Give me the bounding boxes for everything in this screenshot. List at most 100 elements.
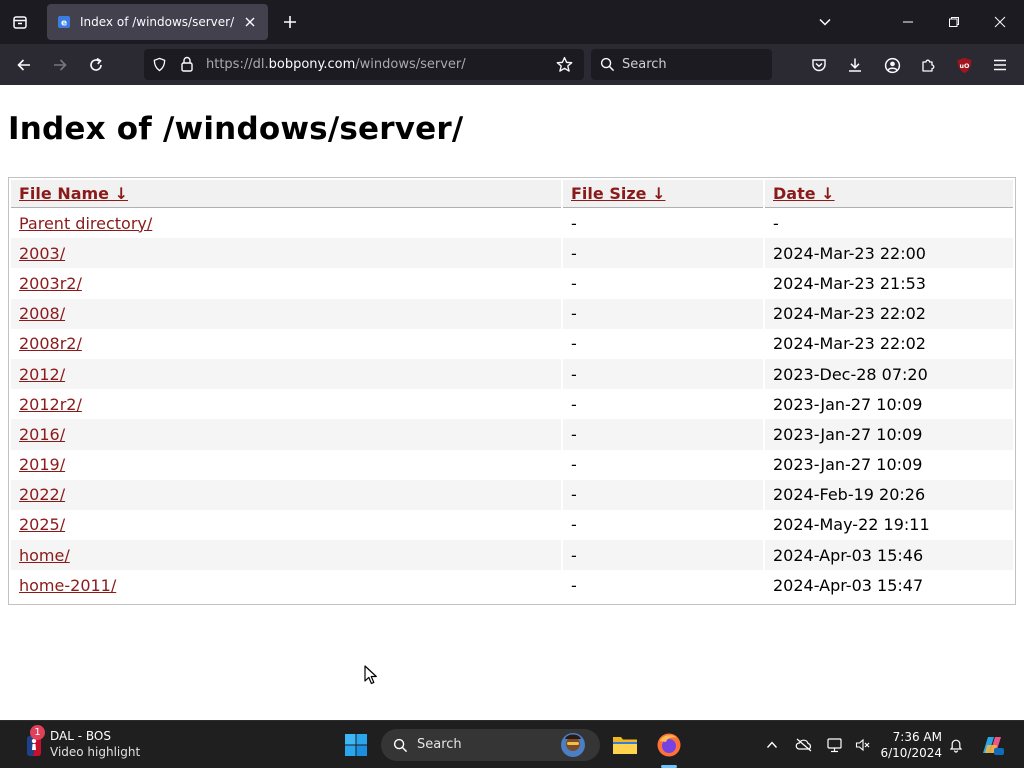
sort-by-date-link[interactable]: Date ↓ [773,184,835,203]
folder-link[interactable]: 2003r2/ [19,274,82,293]
date-cell: 2024-Mar-23 22:02 [765,298,1013,329]
tab-close-button[interactable] [242,14,258,30]
file-name-cell: 2012/ [11,358,561,390]
restore-button[interactable] [944,12,964,32]
folder-link[interactable]: 2016/ [19,425,65,444]
file-name-cell: home-2011/ [11,570,561,600]
onedrive-tray-button[interactable] [795,736,813,754]
mouse-pointer-icon [364,665,377,685]
notifications-button[interactable] [947,736,965,754]
search-placeholder: Search [622,57,667,72]
url-text[interactable]: https://dl.bobpony.com/windows/server/ [206,57,466,72]
date-cell: 2023-Jan-27 10:09 [773,455,923,475]
file-name-cell: 2012r2/ [11,389,561,419]
reload-button[interactable] [85,54,107,76]
clock-date: 6/10/2024 [880,746,942,760]
close-window-button[interactable] [990,12,1010,32]
directory-listing: File Name ↓ File Size ↓ Date ↓ Parent di… [8,177,1016,605]
new-tab-button[interactable] [280,12,300,32]
tab-overflow-button[interactable] [815,12,835,32]
date-cell: 2024-Mar-23 22:02 [773,334,926,354]
navigation-toolbar: https://dl.bobpony.com/windows/server/ S… [0,44,1024,85]
forward-button[interactable] [49,54,71,76]
folder-link[interactable]: 2022/ [19,485,65,504]
file-name-cell: 2003r2/ [11,268,561,298]
extensions-button[interactable] [917,54,939,76]
downloads-button[interactable] [844,54,866,76]
folder-link[interactable]: 2019/ [19,455,65,474]
file-explorer-button[interactable] [611,731,639,759]
folder-link[interactable]: 2003/ [19,244,65,263]
file-size-cell: - [563,238,763,269]
folder-link[interactable]: home/ [19,546,70,565]
folder-link[interactable]: 2025/ [19,515,65,534]
bookmark-star-icon[interactable] [556,56,573,73]
url-host: bobpony.com [268,57,356,72]
sort-by-name-link[interactable]: File Name ↓ [19,184,128,203]
search-icon [393,738,408,753]
chevron-up-icon [766,741,778,748]
minimize-button[interactable] [898,12,918,32]
restore-icon [949,17,959,27]
folder-link[interactable]: home-2011/ [19,576,116,595]
date-cell: 2023-Jan-27 10:09 [765,419,1013,450]
network-tray-button[interactable] [826,736,844,754]
cloud-offline-icon [795,738,812,752]
taskbar-clock[interactable]: 7:36 AM 6/10/2024 [868,729,942,761]
web-search-box[interactable]: Search [591,49,772,80]
start-button[interactable] [342,731,370,759]
file-name-cell: 2008/ [11,298,561,329]
ublock-origin-button[interactable]: uO [953,54,975,76]
sort-by-size-link[interactable]: File Size ↓ [571,184,665,203]
file-name-cell: 2008r2/ [11,329,561,359]
taskbar-search-label: Search [417,737,462,752]
url-bar[interactable]: https://dl.bobpony.com/windows/server/ [144,49,584,80]
date-cell: 2023-Dec-28 07:20 [765,358,1013,390]
pocket-button[interactable] [808,54,830,76]
file-name-cell: home/ [11,540,561,571]
sports-widget[interactable]: 1 DAL - BOS Video highlight [20,725,190,763]
back-button[interactable] [13,54,35,76]
notification-badge: 1 [30,725,45,740]
folder-link[interactable]: 2012r2/ [19,395,82,414]
svg-text:e: e [61,19,67,29]
file-name-cell: 2016/ [11,419,561,450]
reload-icon [90,57,102,71]
folder-icon [613,737,637,754]
file-size-cell: - [571,394,577,414]
folder-link[interactable]: 2008r2/ [19,334,82,353]
url-scheme: https://dl. [206,57,269,72]
file-size-cell: - [571,273,577,293]
chevron-down-icon [819,18,831,26]
file-size-cell: - [571,515,577,535]
ublock-badge-text: uO [959,61,970,69]
firefox-taskbar-button[interactable] [655,731,683,759]
folder-link[interactable]: 2008/ [19,304,65,323]
file-size-cell: - [571,575,577,595]
arrow-right-icon [54,59,67,71]
page-favicon-icon: e [58,16,70,29]
windows-taskbar: 1 DAL - BOS Video highlight Search 7:36 … [0,720,1024,768]
show-hidden-icons-button[interactable] [763,736,781,754]
taskbar-search-box[interactable]: Search [381,729,600,761]
account-button[interactable] [881,54,903,76]
date-cell: 2024-Mar-23 22:00 [765,238,1013,269]
table-row: 2008r2/ - 2024-Mar-23 22:02 [11,329,1013,359]
arrow-left-icon [17,59,30,71]
app-menu-button[interactable] [989,54,1011,76]
tab-active[interactable]: e Index of /windows/server/ [47,4,268,40]
lock-icon[interactable] [180,56,194,72]
folder-link[interactable]: 2012/ [19,365,65,384]
tab-list-button[interactable] [8,10,32,34]
copilot-button[interactable] [978,731,1006,759]
bell-icon [949,739,963,753]
file-table: File Name ↓ File Size ↓ Date ↓ Parent di… [9,180,1015,600]
file-size-cell: - [563,479,763,510]
tab-strip: e Index of /windows/server/ [0,0,1024,44]
tracking-protection-shield-icon[interactable] [152,57,167,72]
date-cell: 2024-Apr-03 15:47 [773,575,924,595]
parent-directory-link[interactable]: Parent directory/ [19,214,152,233]
account-icon [884,57,900,73]
hamburger-menu-icon [994,59,1006,71]
file-name-cell: 2022/ [11,479,561,510]
